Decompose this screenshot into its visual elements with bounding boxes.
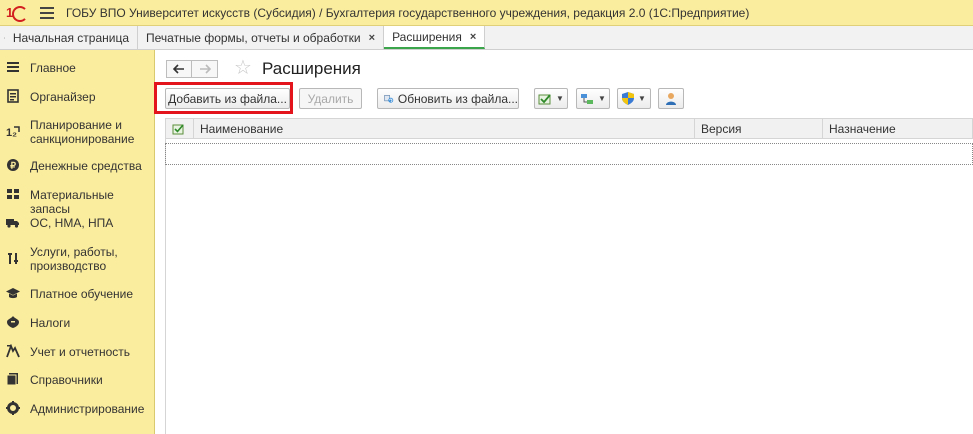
toolbar: Добавить из файла... Удалить Обновить из… (154, 82, 973, 114)
tax-icon (7, 316, 19, 328)
security-dropdown-button[interactable]: ▼ (617, 88, 651, 109)
tab-home[interactable]: Начальная страница (0, 26, 138, 49)
navigation-buttons (166, 60, 218, 78)
tab-extensions[interactable]: Расширения × (384, 26, 486, 49)
tabs-bar: Начальная страница Печатные формы, отчет… (0, 26, 973, 50)
structure-dropdown-button[interactable]: ▼ (576, 88, 610, 109)
1c-logo-icon: 1 (6, 5, 28, 22)
sidebar-item-organizer[interactable]: Органайзер (0, 89, 155, 105)
table-body[interactable] (165, 139, 973, 434)
planning-icon: 1₂ (6, 126, 20, 138)
svg-text:₽: ₽ (10, 161, 16, 171)
checkbox-column-icon (172, 123, 184, 134)
tab-label: Начальная страница (12, 30, 129, 45)
sidebar-item-taxes[interactable]: Налоги (0, 315, 155, 331)
delete-button[interactable]: Удалить (299, 88, 362, 109)
sidebar-item-money[interactable]: ₽ Денежные средства (0, 158, 155, 174)
services-icon (8, 253, 18, 264)
sidebar-item-label: Планирование и санкционирование (30, 118, 135, 146)
gear-icon (6, 401, 20, 415)
check-dropdown-button[interactable]: ▼ (534, 88, 568, 109)
sidebar-item-label: Материальные запасы (30, 188, 114, 216)
favorite-star-icon[interactable]: ☆ (234, 58, 252, 78)
close-icon[interactable]: × (369, 32, 375, 44)
window-title: ГОБУ ВПО Университет искусств (Субсидия)… (66, 5, 750, 20)
structure-icon (581, 93, 594, 104)
sidebar-item-label: ОС, НМА, НПА (30, 216, 114, 230)
organizer-icon (7, 89, 19, 103)
sidebar-item-label: Услуги, работы, производство (30, 245, 118, 273)
close-icon[interactable]: × (470, 31, 476, 43)
main-menu-icon[interactable] (40, 6, 54, 19)
truck-icon (6, 219, 19, 228)
column-name[interactable]: Наименование (194, 119, 695, 138)
sidebar-item-label: Справочники (30, 373, 103, 387)
directory-icon (6, 373, 18, 386)
tab-label: Печатные формы, отчеты и обработки (146, 30, 361, 45)
report-icon (6, 344, 20, 358)
update-from-file-button[interactable]: Обновить из файла... (377, 88, 519, 109)
sidebar-item-label: Платное обучение (30, 287, 134, 301)
sidebar-item-directories[interactable]: Справочники (0, 372, 155, 388)
tab-label: Расширения (392, 29, 462, 44)
list-icon (7, 62, 19, 72)
sidebar-item-fixed-assets[interactable]: ОС, НМА, НПА (0, 215, 155, 231)
sidebar-item-label: Денежные средства (30, 159, 142, 173)
sidebar: Главное Органайзер 1₂ Планирование и сан… (0, 50, 155, 434)
svg-text:1₂: 1₂ (6, 127, 17, 138)
checkmark-list-icon (538, 93, 551, 104)
update-from-file-label: Обновить из файла... (397, 91, 518, 106)
table-header: Наименование Версия Назначение (165, 118, 973, 139)
sidebar-item-services[interactable]: Услуги, работы, производство (0, 244, 155, 274)
shield-icon (622, 92, 635, 105)
table-row[interactable] (165, 143, 973, 165)
arrow-left-icon (173, 64, 184, 74)
money-icon: ₽ (7, 159, 19, 171)
chevron-down-icon: ▼ (638, 94, 646, 103)
page-title: Расширения (262, 59, 361, 78)
stock-icon (7, 189, 19, 199)
sidebar-item-planning[interactable]: 1₂ Планирование и санкционирование (0, 118, 155, 148)
sidebar-item-paid-education[interactable]: Платное обучение (0, 286, 155, 302)
sidebar-item-label: Главное (30, 61, 76, 75)
sidebar-item-label: Налоги (30, 316, 71, 330)
user-icon (666, 93, 676, 105)
home-icon (4, 37, 5, 38)
sidebar-item-reporting[interactable]: Учет и отчетность (0, 344, 155, 360)
sidebar-item-main[interactable]: Главное (0, 60, 155, 76)
column-version[interactable]: Версия (695, 119, 823, 138)
title-bar: 1 ГОБУ ВПО Университет искусств (Субсиди… (0, 0, 973, 26)
back-button[interactable] (166, 60, 192, 78)
chevron-down-icon: ▼ (598, 94, 606, 103)
sidebar-item-administration[interactable]: Администрирование (0, 401, 155, 417)
sidebar-item-stock[interactable]: Материальные запасы (0, 187, 155, 216)
forward-button[interactable] (192, 60, 218, 78)
sidebar-item-label: Администрирование (30, 402, 145, 416)
chevron-down-icon: ▼ (556, 94, 564, 103)
tab-print-forms[interactable]: Печатные формы, отчеты и обработки × (138, 26, 385, 49)
column-check[interactable] (166, 119, 194, 138)
arrow-right-icon (199, 64, 211, 74)
update-icon (384, 94, 394, 103)
add-from-file-button[interactable]: Добавить из файла... (165, 88, 290, 109)
user-button[interactable] (658, 88, 684, 109)
content-area: ☆ Расширения Добавить из файла... Удалит… (154, 50, 973, 434)
sidebar-item-label: Учет и отчетность (30, 345, 130, 359)
sidebar-item-label: Органайзер (30, 90, 96, 104)
column-purpose[interactable]: Назначение (823, 119, 972, 138)
graduation-icon (6, 288, 20, 299)
